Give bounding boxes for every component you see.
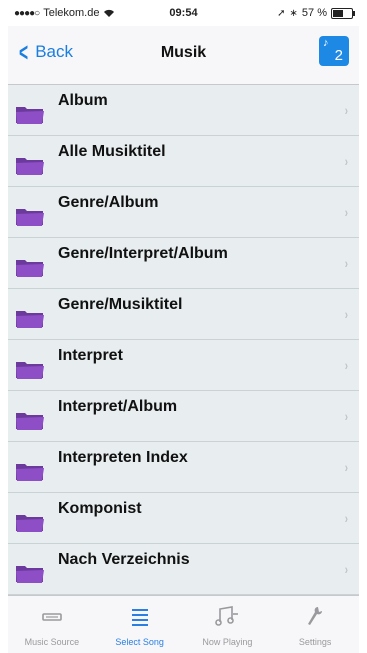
tab-label: Settings <box>298 637 332 647</box>
page-title: Musik <box>160 44 207 61</box>
queue-button[interactable]: ♪ 2 <box>319 36 349 66</box>
music-category-list: Album › Alle Musiktitel › Genre/Album › Genre/… <box>8 85 359 596</box>
screen-frame-right <box>359 0 367 653</box>
folder-icon <box>16 362 44 379</box>
chevron-right-icon: › <box>345 408 349 424</box>
list-item-label: Interpreten Index <box>58 449 188 466</box>
folder-icon <box>16 209 44 226</box>
navigation-bar: < Back Musik ♪ 2 <box>8 26 359 85</box>
status-right-group: ➚ ∗ 57 % <box>277 7 355 19</box>
music-notes-icon <box>184 604 272 628</box>
list-item[interactable]: Interpret/Album › <box>8 391 359 442</box>
battery-icon <box>331 7 355 19</box>
list-item-label: Genre/Interpret/Album <box>58 245 228 262</box>
folder-icon <box>16 566 44 583</box>
list-item-label: Alle Musiktitel <box>58 143 166 160</box>
chevron-right-icon: › <box>345 357 349 373</box>
chevron-right-icon: › <box>345 204 349 220</box>
chevron-right-icon: › <box>345 561 349 577</box>
chevron-right-icon: › <box>345 306 349 322</box>
list-item-label: Genre/Album <box>58 194 159 211</box>
list-item[interactable]: Interpreten Index › <box>8 442 359 493</box>
tab-select-song[interactable]: Select Song <box>96 596 184 653</box>
list-item[interactable]: Genre/Interpret/Album › <box>8 238 359 289</box>
list-item-label: Album <box>58 92 108 109</box>
folder-icon <box>16 107 44 124</box>
folder-icon <box>16 158 44 175</box>
chevron-right-icon: › <box>345 510 349 526</box>
list-item-label: Interpret <box>58 347 123 364</box>
list-item[interactable]: Genre/Album › <box>8 187 359 238</box>
folder-icon <box>16 260 44 277</box>
battery-fill <box>333 9 344 17</box>
tab-label: Select Song <box>115 637 164 647</box>
wrench-icon <box>271 604 359 628</box>
tab-bar: Music Source Select Song Now Playing Settin… <box>8 595 359 653</box>
folder-icon <box>16 311 44 328</box>
list-item-label: Nach Verzeichnis <box>58 551 190 568</box>
music-note-icon: ♪ <box>323 37 329 49</box>
battery-percent: 57 % <box>301 7 327 19</box>
list-item-label: Komponist <box>58 500 142 517</box>
music-source-icon <box>8 604 96 628</box>
list-item-label: Genre/Musiktitel <box>58 296 183 313</box>
list-item[interactable]: Komponist › <box>8 493 359 544</box>
screen-frame-left <box>0 0 8 653</box>
folder-icon <box>16 413 44 430</box>
location-icon: ➚ <box>277 7 286 19</box>
tab-settings[interactable]: Settings <box>271 596 359 653</box>
list-item[interactable]: Nach Verzeichnis › <box>8 544 359 595</box>
list-item[interactable]: Album › <box>8 85 359 136</box>
status-bar: ●●●●○ Telekom.de 09:54 ➚ ∗ 57 % <box>8 0 359 26</box>
tab-now-playing[interactable]: Now Playing <box>184 596 272 653</box>
tab-label: Now Playing <box>202 637 253 647</box>
tab-label: Music Source <box>24 637 80 647</box>
bluetooth-icon: ∗ <box>289 7 298 19</box>
chevron-right-icon: › <box>345 153 349 169</box>
list-item-label: Interpret/Album <box>58 398 178 415</box>
tab-music-source[interactable]: Music Source <box>8 596 96 653</box>
folder-icon <box>16 464 44 481</box>
chevron-right-icon: › <box>345 102 349 118</box>
queue-count: 2 <box>334 47 343 64</box>
list-icon <box>96 604 184 628</box>
folder-icon <box>16 515 44 532</box>
list-item[interactable]: Alle Musiktitel › <box>8 136 359 187</box>
list-item[interactable]: Interpret › <box>8 340 359 391</box>
list-item[interactable]: Genre/Musiktitel › <box>8 289 359 340</box>
chevron-right-icon: › <box>345 255 349 271</box>
chevron-right-icon: › <box>345 459 349 475</box>
